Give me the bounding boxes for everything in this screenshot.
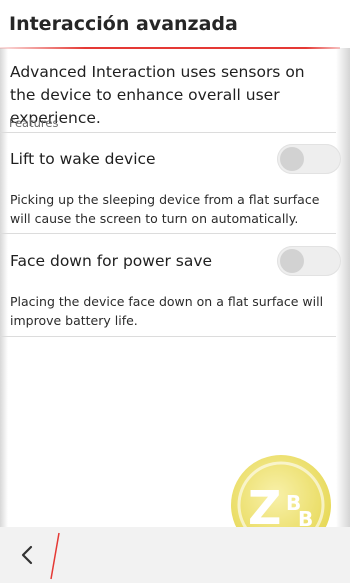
section-header-features: Features bbox=[9, 116, 59, 130]
toggle-knob bbox=[280, 249, 304, 273]
setting-label: Face down for power save bbox=[10, 252, 213, 270]
right-edge-shadow bbox=[336, 0, 350, 583]
section-divider bbox=[0, 132, 336, 133]
chevron-left-icon bbox=[21, 545, 33, 565]
page-title: Interacción avanzada bbox=[9, 13, 238, 35]
setting-help-text: Picking up the sleeping device from a fl… bbox=[10, 192, 320, 226]
setting-help-text: Placing the device face down on a flat s… bbox=[10, 294, 324, 328]
lift-to-wake-toggle[interactable] bbox=[277, 144, 341, 174]
left-edge-shadow bbox=[0, 0, 8, 583]
title-bar: Interacción avanzada bbox=[0, 0, 350, 49]
face-down-toggle[interactable] bbox=[277, 246, 341, 276]
toggle-knob bbox=[280, 147, 304, 171]
row-divider bbox=[0, 336, 336, 337]
title-accent-line bbox=[0, 47, 340, 49]
bottom-accent-slash bbox=[50, 532, 60, 580]
back-button[interactable] bbox=[14, 541, 42, 569]
bottom-action-bar bbox=[0, 527, 350, 583]
row-divider bbox=[0, 233, 336, 234]
setting-label: Lift to wake device bbox=[10, 150, 156, 168]
